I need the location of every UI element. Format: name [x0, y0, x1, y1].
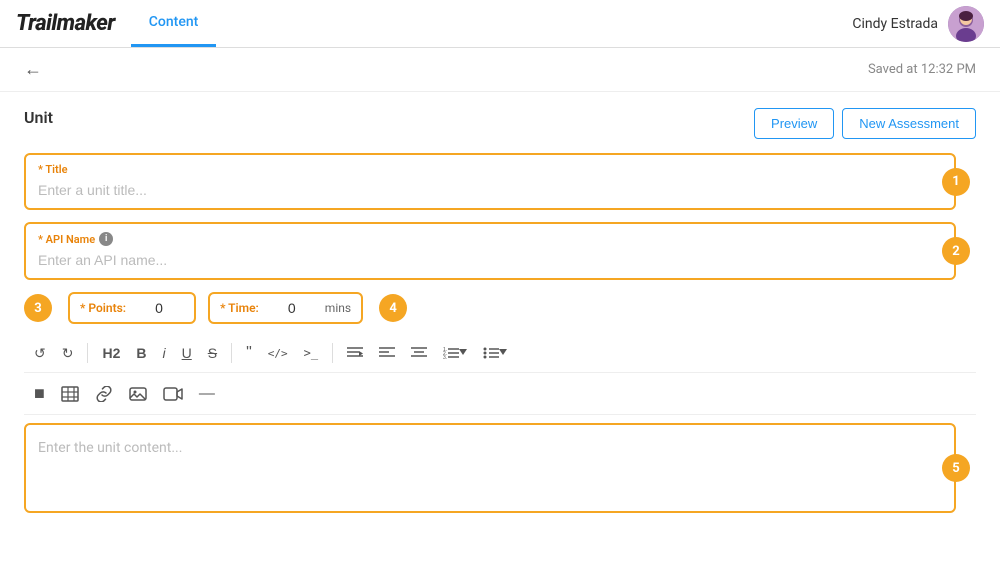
points-time-wrapper: 3 * Points: * Time: mins 4 [24, 292, 976, 324]
step-badge-4: 4 [379, 294, 407, 322]
avatar [948, 6, 984, 42]
strikethrough-button[interactable]: S [202, 341, 223, 365]
align-button[interactable] [341, 342, 369, 364]
content-area-wrapper: Enter the unit content... 5 [24, 423, 956, 513]
divider-button[interactable]: — [193, 381, 221, 407]
title-label: * Title [38, 163, 942, 176]
header-actions: Preview New Assessment [754, 108, 976, 139]
toolbar-1: ↺ ↻ H2 B i U S " </> >_ 1.2.3. [24, 334, 976, 373]
title-field-group: * Title [24, 153, 956, 210]
table-button[interactable] [55, 382, 85, 406]
points-input[interactable] [134, 300, 184, 316]
step-badge-3: 3 [24, 294, 52, 322]
header-left: Trailmaker Content [16, 0, 216, 47]
toolbar-2: ■ — [24, 373, 976, 415]
content-editor[interactable]: Enter the unit content... [24, 423, 956, 513]
back-button[interactable]: ← [24, 59, 42, 80]
italic-button[interactable]: i [157, 341, 172, 365]
content-placeholder: Enter the unit content... [38, 440, 182, 456]
logo-maker: maker [57, 11, 115, 36]
underline-button[interactable]: U [176, 341, 198, 365]
avatar-image [948, 6, 984, 42]
sub-header: ← Saved at 12:32 PM [0, 48, 1000, 92]
logo-trail: Trail [16, 11, 57, 36]
time-unit: mins [325, 301, 351, 315]
ordered-list-button[interactable]: 1.2.3. [437, 342, 473, 364]
title-field-wrapper: * Title 1 [24, 153, 956, 210]
page-title: Unit [24, 108, 53, 127]
undo-button[interactable]: ↺ [28, 341, 52, 366]
code-button[interactable]: </> [262, 343, 294, 364]
preview-button[interactable]: Preview [754, 108, 834, 139]
link-button[interactable] [89, 382, 119, 406]
api-name-info-icon[interactable]: i [99, 232, 113, 246]
time-group: * Time: mins [208, 292, 363, 324]
step-badge-2: 2 [942, 237, 970, 265]
step-badge-1: 1 [942, 168, 970, 196]
api-name-field-group: * API Name i [24, 222, 956, 280]
color-block-button[interactable]: ■ [28, 379, 51, 408]
toolbar-sep-1 [87, 343, 88, 363]
nav-tab-content[interactable]: Content [131, 0, 217, 47]
toolbar-sep-3 [332, 343, 333, 363]
video-button[interactable] [157, 382, 189, 406]
image-button[interactable] [123, 382, 153, 406]
header: Trailmaker Content Cindy Estrada [0, 0, 1000, 48]
points-group: * Points: [68, 292, 196, 324]
title-input[interactable] [38, 180, 942, 200]
terminal-button[interactable]: >_ [298, 342, 324, 364]
align-left-button[interactable] [373, 342, 401, 364]
api-name-input[interactable] [38, 250, 942, 270]
h2-button[interactable]: H2 [96, 341, 126, 365]
blockquote-button[interactable]: " [240, 340, 258, 366]
redo-button[interactable]: ↻ [56, 341, 80, 366]
main-content: Unit Preview New Assessment * Title 1 * … [0, 92, 1000, 587]
time-input[interactable] [267, 300, 317, 316]
new-assessment-button[interactable]: New Assessment [842, 108, 976, 139]
saved-status: Saved at 12:32 PM [868, 62, 976, 77]
time-label: * Time: [220, 301, 259, 315]
logo: Trailmaker [16, 11, 115, 36]
step-badge-5: 5 [942, 454, 970, 482]
api-name-label: * API Name i [38, 232, 942, 246]
svg-text:3.: 3. [443, 355, 447, 360]
points-label: * Points: [80, 301, 126, 315]
bold-button[interactable]: B [130, 341, 152, 365]
align-center-button[interactable] [405, 342, 433, 364]
toolbar-sep-2 [231, 343, 232, 363]
header-right: Cindy Estrada [852, 6, 984, 42]
api-name-field-wrapper: * API Name i 2 [24, 222, 956, 280]
user-name: Cindy Estrada [852, 16, 938, 32]
bullet-list-button[interactable] [477, 342, 513, 364]
